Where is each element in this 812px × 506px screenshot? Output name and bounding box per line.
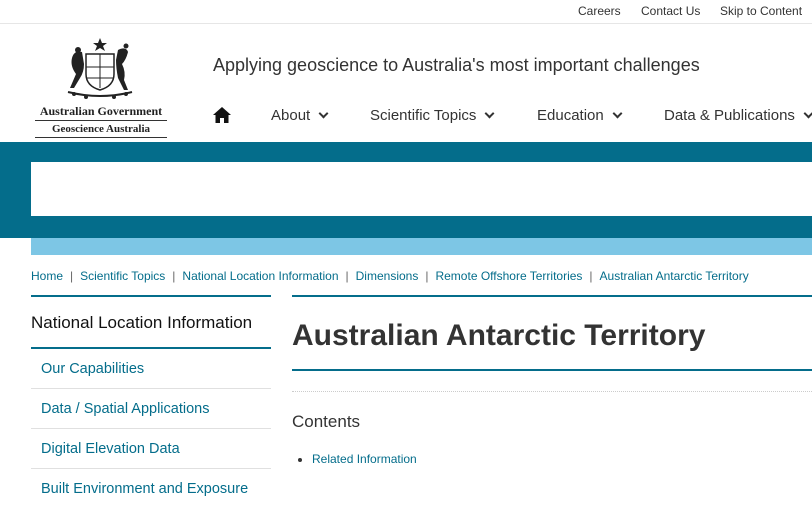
- content-divider: [292, 391, 812, 392]
- sidebar-item-our-capabilities[interactable]: Our Capabilities: [31, 349, 271, 389]
- nav-home-link[interactable]: [212, 106, 232, 124]
- chevron-down-icon: [484, 108, 495, 119]
- chevron-down-icon: [318, 108, 329, 119]
- nav-scientific-topics[interactable]: Scientific Topics: [370, 107, 495, 124]
- chevron-down-icon: [612, 108, 623, 119]
- nav-data-publications-label: Data & Publications: [664, 107, 795, 124]
- nav-scientific-topics-label: Scientific Topics: [370, 107, 477, 124]
- nav-about-label: About: [271, 107, 311, 124]
- breadcrumb: Home | Scientific Topics | National Location…: [31, 269, 749, 283]
- nav-data-publications[interactable]: Data & Publications: [664, 107, 812, 124]
- breadcrumb-separator: |: [589, 269, 593, 283]
- section-sidebar: National Location Information Our Capabi…: [31, 295, 271, 506]
- breadcrumb-separator: |: [425, 269, 429, 283]
- sidebar-item-data-spatial-applications[interactable]: Data / Spatial Applications: [31, 389, 271, 429]
- utility-bar: Careers Contact Us Skip to Content: [0, 0, 812, 24]
- breadcrumb-home[interactable]: Home: [31, 269, 63, 283]
- nav-education[interactable]: Education: [537, 107, 623, 124]
- contents-heading: Contents: [292, 412, 361, 431]
- breadcrumb-separator: |: [345, 269, 349, 283]
- breadcrumb-separator: |: [172, 269, 176, 283]
- main-navigation: About Scientific Topics Education Data &…: [0, 104, 812, 134]
- home-icon: [213, 107, 231, 123]
- chevron-down-icon: [803, 108, 812, 119]
- coat-of-arms-icon: [67, 38, 133, 99]
- sidebar-title: National Location Information: [31, 297, 271, 349]
- careers-link[interactable]: Careers: [578, 4, 621, 18]
- nav-about[interactable]: About: [271, 107, 329, 124]
- contents-item-related-information[interactable]: Related Information: [312, 452, 812, 466]
- search-banner: [0, 142, 812, 238]
- sidebar-item-built-environment[interactable]: Built Environment and Exposure: [31, 469, 271, 506]
- site-tagline: Applying geoscience to Australia's most …: [213, 55, 700, 75]
- skip-to-content-link[interactable]: Skip to Content: [720, 4, 802, 18]
- breadcrumb-scientific-topics[interactable]: Scientific Topics: [80, 269, 165, 283]
- breadcrumb-separator: |: [70, 269, 74, 283]
- search-input[interactable]: [31, 162, 812, 216]
- logo-divider: [35, 137, 167, 138]
- contact-us-link[interactable]: Contact Us: [641, 4, 700, 18]
- main-content: Australian Antarctic Territory Contents …: [292, 295, 812, 466]
- page-title: Australian Antarctic Territory: [292, 297, 812, 371]
- sidebar-item-digital-elevation-data[interactable]: Digital Elevation Data: [31, 429, 271, 469]
- breadcrumb-current[interactable]: Australian Antarctic Territory: [600, 269, 749, 283]
- site-header: Australian Government Geoscience Austral…: [0, 24, 812, 142]
- breadcrumb-remote-offshore-territories[interactable]: Remote Offshore Territories: [435, 269, 582, 283]
- nav-education-label: Education: [537, 107, 604, 124]
- breadcrumb-national-location-information[interactable]: National Location Information: [182, 269, 338, 283]
- breadcrumb-dimensions[interactable]: Dimensions: [356, 269, 419, 283]
- banner-accent-strip: [31, 238, 812, 255]
- contents-list: Related Information: [292, 452, 812, 466]
